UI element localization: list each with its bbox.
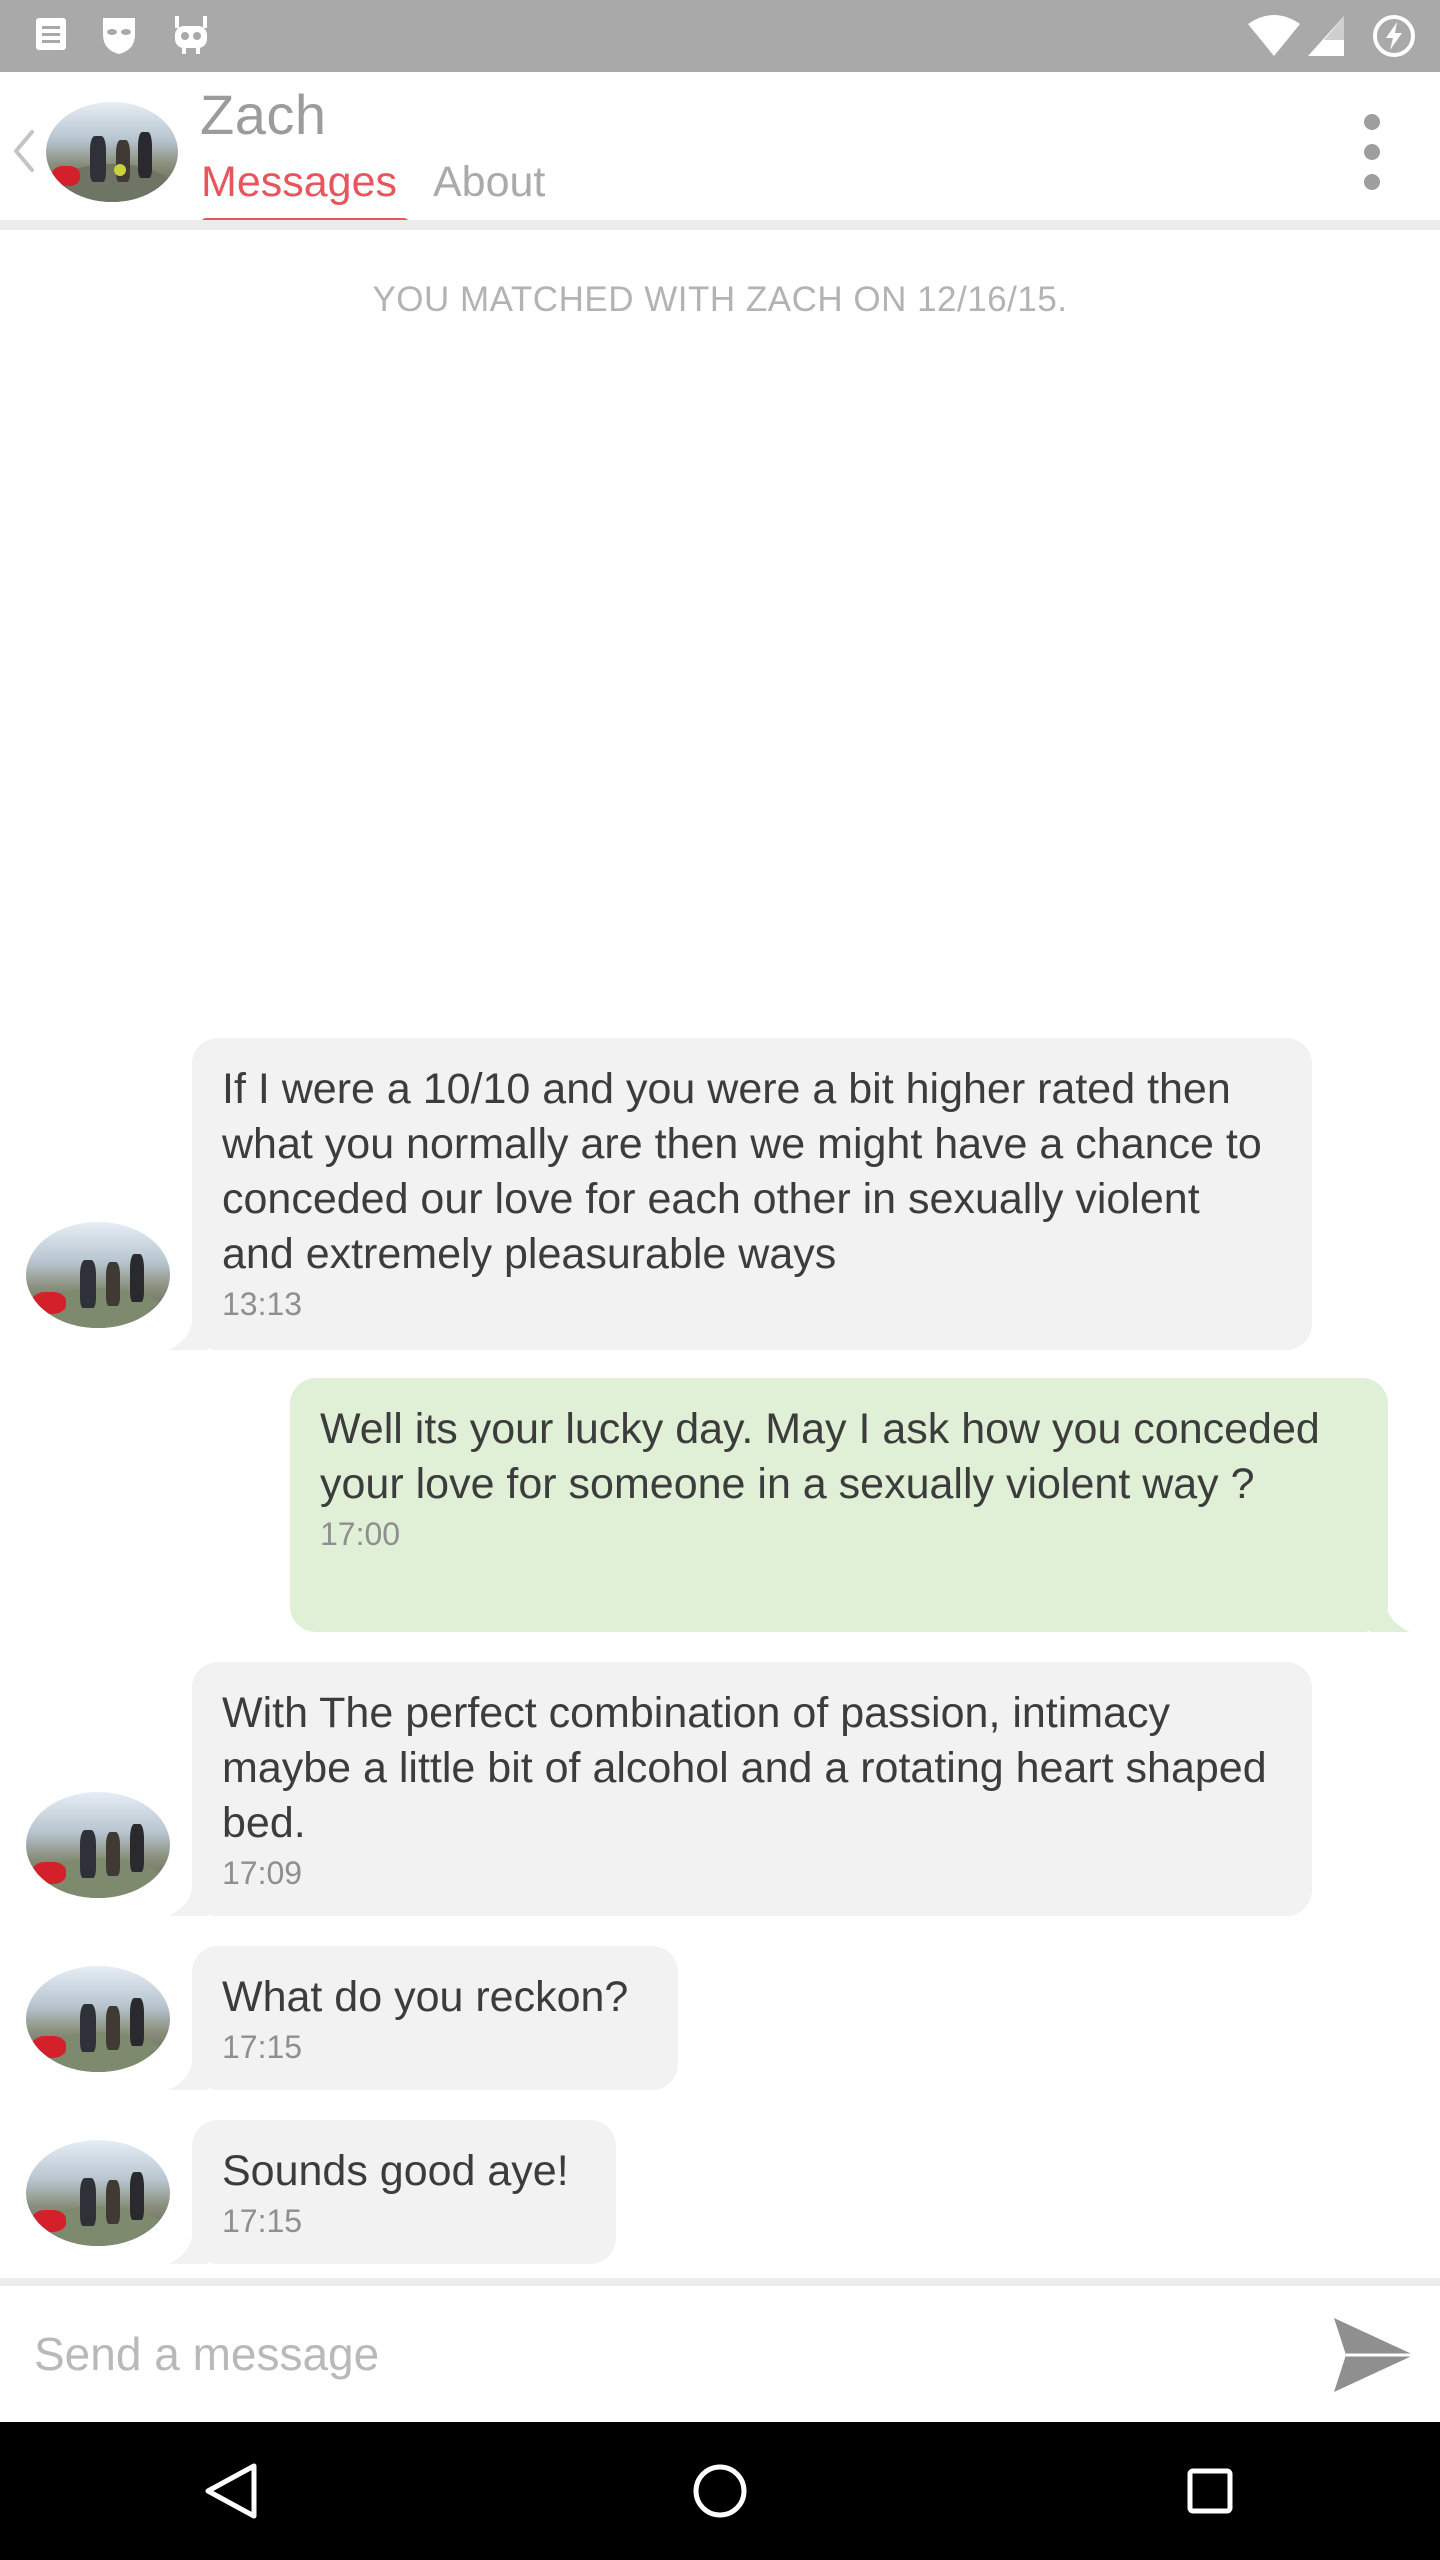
cell-signal-icon — [1308, 16, 1344, 56]
message-time: 13:13 — [222, 1286, 303, 1322]
message-time: 17:00 — [320, 1516, 401, 1552]
message-time: 17:15 — [222, 2029, 303, 2065]
chat-screen: Zach Messages About YOU MATCHED WITH ZAC… — [0, 0, 1440, 2560]
message-input[interactable] — [34, 2314, 1284, 2394]
compose-divider — [0, 2278, 1440, 2286]
message-bubble[interactable]: With The perfect combination of passion,… — [192, 1662, 1312, 1916]
notes-icon — [36, 18, 66, 50]
send-icon[interactable] — [1330, 2314, 1418, 2396]
message-text: With The perfect combination of passion,… — [222, 1689, 1267, 1847]
status-bar — [0, 0, 1440, 72]
system-nav-bar — [0, 2422, 1440, 2560]
message-avatar[interactable] — [26, 1222, 170, 1328]
message-text: If I were a 10/10 and you were a bit hig… — [222, 1065, 1262, 1278]
message-bubble[interactable]: Well its your lucky day. May I ask how y… — [290, 1378, 1388, 1632]
recent-apps-icon[interactable] — [1140, 2422, 1280, 2560]
message-avatar[interactable] — [26, 2140, 170, 2246]
contact-name: Zach — [200, 83, 327, 146]
compose-bar — [0, 2286, 1440, 2422]
tab-messages[interactable]: Messages — [201, 158, 397, 207]
battery-charging-icon — [1373, 15, 1415, 57]
match-date-notice: YOU MATCHED WITH ZACH ON 12/16/15. — [372, 280, 1068, 319]
header-divider — [0, 220, 1440, 230]
contact-avatar[interactable] — [46, 102, 178, 202]
tab-about[interactable]: About — [433, 158, 545, 207]
back-icon[interactable] — [160, 2422, 300, 2560]
back-chevron-icon[interactable] — [10, 128, 38, 174]
more-options-icon[interactable] — [1360, 112, 1384, 192]
message-bubble[interactable]: What do you reckon? 17:15 — [192, 1946, 678, 2090]
home-icon[interactable] — [650, 2422, 790, 2560]
message-bubble[interactable]: If I were a 10/10 and you were a bit hig… — [192, 1038, 1312, 1350]
message-text: Sounds good aye! — [222, 2147, 569, 2195]
wifi-icon — [1248, 15, 1300, 56]
mask-icon — [103, 18, 135, 54]
message-avatar[interactable] — [26, 1966, 170, 2072]
android-icon — [175, 16, 207, 54]
message-time: 17:09 — [222, 1855, 303, 1891]
message-time: 17:15 — [222, 2203, 303, 2239]
message-text: What do you reckon? — [222, 1973, 629, 2021]
message-text: Well its your lucky day. May I ask how y… — [320, 1405, 1320, 1508]
message-bubble[interactable]: Sounds good aye! 17:15 — [192, 2120, 616, 2264]
message-avatar[interactable] — [26, 1792, 170, 1898]
